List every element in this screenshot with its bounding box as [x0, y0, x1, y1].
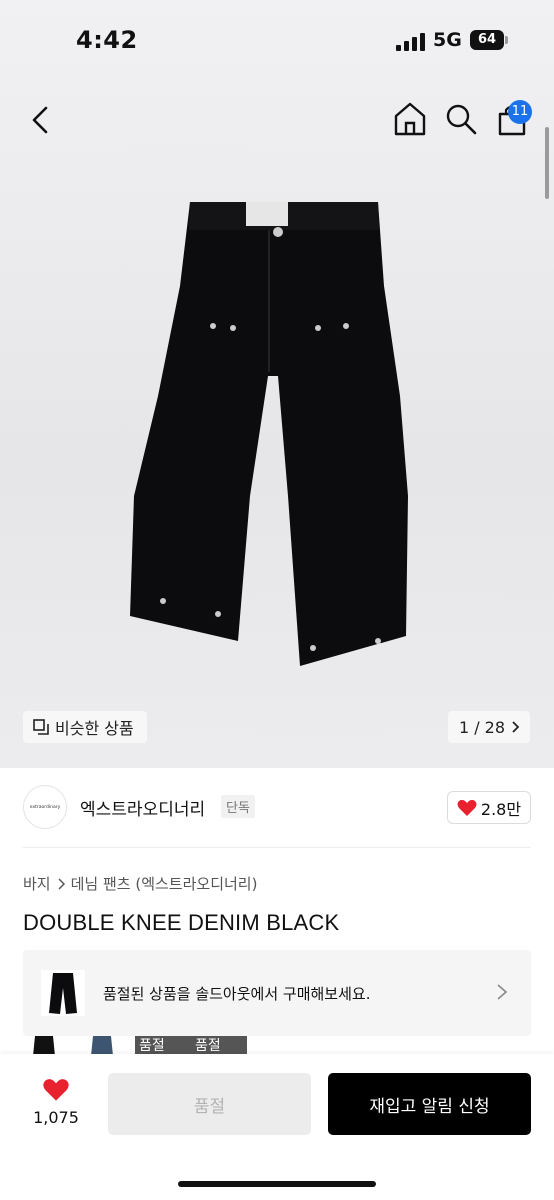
heart-icon — [43, 1079, 69, 1101]
variant-blue-thumbnail[interactable] — [79, 1036, 129, 1056]
cart-count-badge: 11 — [508, 100, 532, 124]
image-pager[interactable]: 1 / 28 — [448, 711, 530, 743]
banner-product-thumbnail — [41, 970, 85, 1016]
chevron-right-icon — [58, 877, 65, 890]
breadcrumb-denim[interactable]: 데님 팬츠 (엑스트라오디너리) — [71, 873, 258, 894]
restock-alert-button[interactable]: 재입고 알림 신청 — [328, 1073, 531, 1135]
brand-logo[interactable]: extraordinary — [23, 785, 67, 829]
variant-soldout-label: 품절 — [191, 1036, 247, 1056]
chevron-right-icon — [512, 721, 520, 733]
brand-like-count: 2.8만 — [480, 799, 522, 819]
brand-logo-text: extraordinary — [29, 804, 61, 810]
battery-icon: 64 — [470, 30, 508, 50]
product-gallery[interactable]: 4:42 5G 64 11 비슷한 상품 1 / 28 — [0, 0, 554, 768]
exclusive-badge: 단독 — [221, 795, 255, 818]
brand-name[interactable]: 엑스트라오디너리 — [80, 795, 205, 820]
breadcrumb-pants[interactable]: 바지 — [23, 873, 51, 894]
wish-count: 1,075 — [33, 1108, 79, 1127]
breadcrumb: 바지 데님 팬츠 (엑스트라오디너리) — [23, 873, 257, 894]
variant-black-thumbnail[interactable] — [23, 1036, 73, 1056]
variant-thumbnails[interactable]: 품절 품절 — [23, 1036, 263, 1056]
soldout-banner[interactable]: 품절된 상품을 솔드아웃에서 구매해보세요. — [23, 950, 531, 1036]
copy-icon — [33, 719, 49, 735]
product-image[interactable] — [128, 196, 410, 680]
signal-icon — [396, 33, 425, 51]
status-bar: 4:42 5G 64 — [0, 0, 554, 80]
heart-icon — [457, 799, 477, 816]
bottom-action-bar: 1,075 품절 재입고 알림 신청 — [0, 1054, 554, 1200]
scrollbar[interactable] — [545, 127, 549, 199]
variant-soldout-label: 품절 — [135, 1036, 191, 1056]
home-indicator[interactable] — [178, 1181, 376, 1187]
network-type: 5G — [433, 29, 462, 51]
wish-button[interactable]: 1,075 — [28, 1074, 84, 1134]
similar-products-label: 비슷한 상품 — [55, 719, 134, 738]
status-time: 4:42 — [76, 26, 138, 54]
battery-level: 64 — [470, 30, 504, 50]
home-icon[interactable] — [393, 101, 427, 137]
brand-like-button[interactable]: 2.8만 — [447, 791, 531, 824]
chevron-right-icon — [497, 984, 508, 1000]
divider — [23, 847, 531, 848]
soldout-button[interactable]: 품절 — [108, 1073, 311, 1135]
similar-products-button[interactable]: 비슷한 상품 — [23, 711, 147, 743]
search-icon[interactable] — [444, 102, 478, 136]
product-title: DOUBLE KNEE DENIM BLACK — [23, 910, 340, 935]
soldout-banner-text: 품절된 상품을 솔드아웃에서 구매해보세요. — [103, 985, 371, 1003]
back-icon[interactable] — [22, 100, 58, 140]
pager-text: 1 / 28 — [458, 717, 506, 737]
